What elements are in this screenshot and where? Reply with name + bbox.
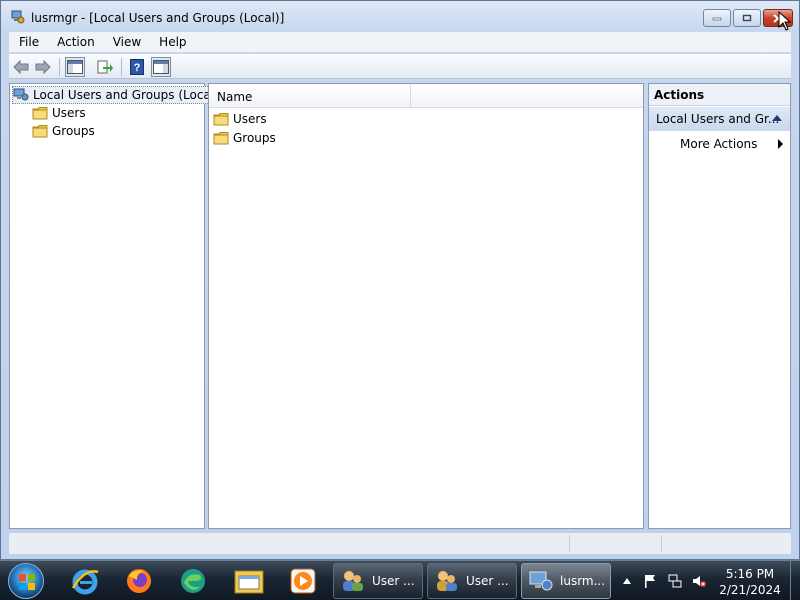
tree-item-label: Groups [52, 124, 95, 138]
computer-management-icon [529, 571, 553, 591]
list-item-groups[interactable]: Groups [213, 129, 276, 147]
folder-icon [213, 112, 229, 126]
taskbar-button-label: lusrm... [560, 574, 606, 588]
folder-icon [32, 106, 48, 120]
show-hide-action-pane-icon[interactable] [151, 57, 171, 77]
column-header-row: Name [209, 84, 643, 108]
menu-bar: File Action View Help [9, 32, 791, 52]
more-actions-label: More Actions [680, 137, 758, 151]
toolbar: ? [9, 54, 791, 79]
clock[interactable]: 5:16 PM 2/21/2024 [712, 566, 788, 598]
title-bar[interactable]: lusrmgr - [Local Users and Groups (Local… [1, 1, 799, 31]
local-users-groups-icon [13, 88, 29, 102]
actions-section-label: Local Users and Gr... [656, 112, 780, 126]
console-tree-pane: Local Users and Groups (Local) Users Gro… [9, 83, 222, 529]
users-icon [343, 571, 363, 591]
minimize-button[interactable] [703, 9, 731, 27]
media-player-icon[interactable] [286, 565, 320, 597]
maximize-button[interactable] [733, 9, 761, 27]
taskbar: User ... User ... lusrm... 5:16 PM 2/21/… [0, 560, 800, 600]
forward-arrow-icon[interactable] [33, 57, 53, 77]
edge-browser-icon[interactable] [176, 565, 210, 597]
computer-management-icon [11, 10, 25, 24]
list-item-label: Groups [233, 131, 276, 145]
menu-help[interactable]: Help [149, 35, 194, 49]
tree-item-users[interactable]: Users [32, 104, 86, 122]
clock-date: 2/21/2024 [719, 583, 781, 597]
volume-muted-icon[interactable] [692, 574, 706, 588]
taskbar-button-label: User ... [466, 574, 509, 588]
actions-section-header[interactable]: Local Users and Gr... [649, 107, 790, 131]
window-title: lusrmgr - [Local Users and Groups (Local… [31, 11, 285, 25]
folder-icon [32, 124, 48, 138]
taskbar-button-user-1[interactable]: User ... [333, 563, 423, 599]
back-arrow-icon[interactable] [11, 57, 31, 77]
actions-pane: Actions Local Users and Gr... More Actio… [648, 83, 791, 529]
svg-text:?: ? [134, 62, 141, 74]
mmc-window: lusrmgr - [Local Users and Groups (Local… [0, 0, 800, 560]
network-icon[interactable] [668, 574, 682, 588]
windows-logo-icon [19, 574, 35, 590]
tree-item-local-users-and-groups[interactable]: Local Users and Groups (Local) [12, 86, 222, 104]
column-header-name[interactable]: Name [209, 84, 411, 108]
show-hide-console-tree-icon[interactable] [65, 57, 85, 77]
internet-explorer-icon[interactable] [68, 565, 102, 597]
menu-file[interactable]: File [9, 35, 47, 49]
actions-title: Actions [649, 84, 790, 106]
show-desktop-button[interactable] [790, 561, 800, 600]
more-actions-item[interactable]: More Actions [680, 135, 790, 153]
mouse-cursor-icon [778, 11, 792, 31]
clock-time: 5:16 PM [725, 567, 775, 581]
folder-icon [213, 131, 229, 145]
menu-view[interactable]: View [103, 35, 149, 49]
tree-item-groups[interactable]: Groups [32, 122, 95, 140]
taskbar-button-user-2[interactable]: User ... [427, 563, 517, 599]
submenu-arrow-icon [778, 139, 783, 149]
file-explorer-icon[interactable] [232, 565, 266, 597]
help-icon[interactable]: ? [127, 57, 147, 77]
taskbar-button-lusrmgr[interactable]: lusrm... [521, 563, 611, 599]
collapse-triangle-icon [772, 115, 782, 121]
tree-item-label: Local Users and Groups (Local) [33, 88, 219, 102]
firefox-icon[interactable] [122, 565, 156, 597]
menu-action[interactable]: Action [47, 35, 103, 49]
export-list-icon[interactable] [95, 57, 115, 77]
tree-item-label: Users [52, 106, 86, 120]
show-hidden-icons-arrow-icon[interactable] [620, 574, 634, 588]
list-item-label: Users [233, 112, 267, 126]
status-bar [9, 532, 791, 554]
action-center-flag-icon[interactable] [643, 574, 657, 588]
start-button[interactable] [8, 563, 44, 599]
users-icon [437, 571, 457, 591]
list-item-users[interactable]: Users [213, 110, 267, 128]
results-pane: Name Users Groups [208, 83, 644, 529]
taskbar-button-label: User ... [372, 574, 415, 588]
